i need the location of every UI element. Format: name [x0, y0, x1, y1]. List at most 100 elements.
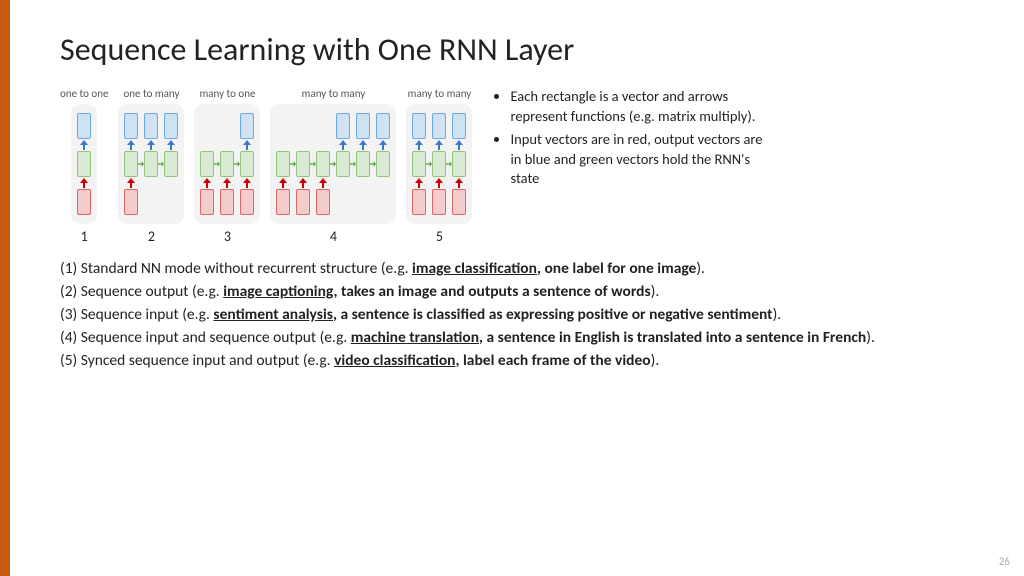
state-vector — [200, 151, 214, 177]
state-vector — [376, 151, 390, 177]
input-vector — [412, 189, 426, 215]
arrow-up-icon — [240, 140, 254, 150]
input-vector — [316, 189, 330, 215]
body-line-3: (3) Sequence input (e.g. sentiment analy… — [60, 305, 984, 326]
output-vector — [412, 113, 426, 139]
upper-row: one to one 1 one to many — [60, 87, 984, 245]
state-vector — [240, 151, 254, 177]
empty-cell — [356, 189, 370, 215]
body-text: (1) Standard NN mode without recurrent s… — [60, 259, 984, 372]
arrow-up-icon — [124, 140, 138, 150]
diagram-label: many to many — [408, 87, 472, 100]
link-image-classification: image classification — [412, 259, 537, 278]
arrow-up-icon — [336, 140, 350, 150]
output-vector — [124, 113, 138, 139]
diagram-many-to-many-synced: many to many — [406, 87, 472, 245]
state-vector — [124, 151, 138, 177]
slide-content: Sequence Learning with One RNN Layer one… — [0, 0, 1024, 372]
diagram-box — [406, 104, 472, 224]
output-vector — [356, 113, 370, 139]
arrow-up-icon — [316, 178, 330, 188]
state-vector — [412, 151, 426, 177]
input-vector — [124, 189, 138, 215]
side-notes: Each rectangle is a vector and arrows re… — [492, 87, 772, 193]
arrow-placeholder — [356, 178, 370, 188]
input-vector — [200, 189, 214, 215]
arrow-up-icon — [240, 178, 254, 188]
diagram-box — [118, 104, 184, 224]
diagram-one-to-many: one to many — [118, 87, 184, 245]
page-title: Sequence Learning with One RNN Layer — [60, 30, 984, 69]
output-vector — [336, 113, 350, 139]
state-vector — [144, 151, 158, 177]
diagram-number: 1 — [81, 228, 88, 245]
body-line-2: (2) Sequence output (e.g. image captioni… — [60, 282, 984, 303]
output-vector — [432, 113, 446, 139]
empty-cell — [296, 113, 310, 139]
arrow-placeholder — [144, 178, 158, 188]
state-vector — [296, 151, 310, 177]
empty-cell — [164, 189, 178, 215]
output-vector — [144, 113, 158, 139]
arrow-up-icon — [77, 178, 91, 188]
link-machine-translation: machine translation — [351, 328, 479, 347]
input-vector — [452, 189, 466, 215]
arrow-up-icon — [296, 178, 310, 188]
arrow-up-icon — [200, 178, 214, 188]
accent-bar — [0, 0, 10, 576]
diagram-box — [71, 104, 97, 224]
arrow-placeholder — [164, 178, 178, 188]
side-note-item: Input vectors are in red, output vectors… — [510, 130, 772, 189]
body-line-1: (1) Standard NN mode without recurrent s… — [60, 259, 984, 280]
empty-cell — [276, 113, 290, 139]
diagram-box — [194, 104, 260, 224]
input-vector — [276, 189, 290, 215]
diagram-label: many to many — [302, 87, 366, 100]
empty-cell — [316, 113, 330, 139]
arrow-up-icon — [77, 140, 91, 150]
arrow-up-icon — [276, 178, 290, 188]
diagram-number: 3 — [224, 228, 231, 245]
empty-cell — [144, 189, 158, 215]
arrow-up-icon — [432, 178, 446, 188]
output-vector — [376, 113, 390, 139]
arrow-up-icon — [412, 178, 426, 188]
arrow-up-icon — [432, 140, 446, 150]
diagram-row: one to one 1 one to many — [60, 87, 472, 245]
arrow-placeholder — [336, 178, 350, 188]
diagram-number: 2 — [148, 228, 155, 245]
diagram-number: 4 — [330, 228, 337, 245]
input-vector — [296, 189, 310, 215]
link-sentiment-analysis: sentiment analysis — [213, 305, 333, 324]
diagram-label: one to one — [60, 87, 108, 100]
state-vector — [356, 151, 370, 177]
link-image-captioning: image captioning — [223, 282, 333, 301]
diagram-box — [270, 104, 396, 224]
link-video-classification: video classification — [334, 351, 455, 370]
body-line-5: (5) Synced sequence input and output (e.… — [60, 351, 984, 372]
arrow-placeholder — [316, 140, 330, 150]
state-vector — [452, 151, 466, 177]
input-vector — [77, 189, 91, 215]
arrow-up-icon — [220, 178, 234, 188]
arrow-placeholder — [376, 178, 390, 188]
empty-cell — [200, 113, 214, 139]
empty-cell — [220, 113, 234, 139]
arrow-placeholder — [200, 140, 214, 150]
arrow-up-icon — [356, 140, 370, 150]
arrow-placeholder — [220, 140, 234, 150]
empty-cell — [336, 189, 350, 215]
arrow-up-icon — [124, 178, 138, 188]
body-line-4: (4) Sequence input and sequence output (… — [60, 328, 984, 349]
input-vector — [432, 189, 446, 215]
state-vector — [77, 151, 91, 177]
input-vector — [240, 189, 254, 215]
state-vector — [316, 151, 330, 177]
empty-cell — [376, 189, 390, 215]
diagram-many-to-many-shifted: many to many — [270, 87, 396, 245]
state-vector — [164, 151, 178, 177]
state-vector — [276, 151, 290, 177]
arrow-up-icon — [164, 140, 178, 150]
output-vector — [240, 113, 254, 139]
state-vector — [432, 151, 446, 177]
